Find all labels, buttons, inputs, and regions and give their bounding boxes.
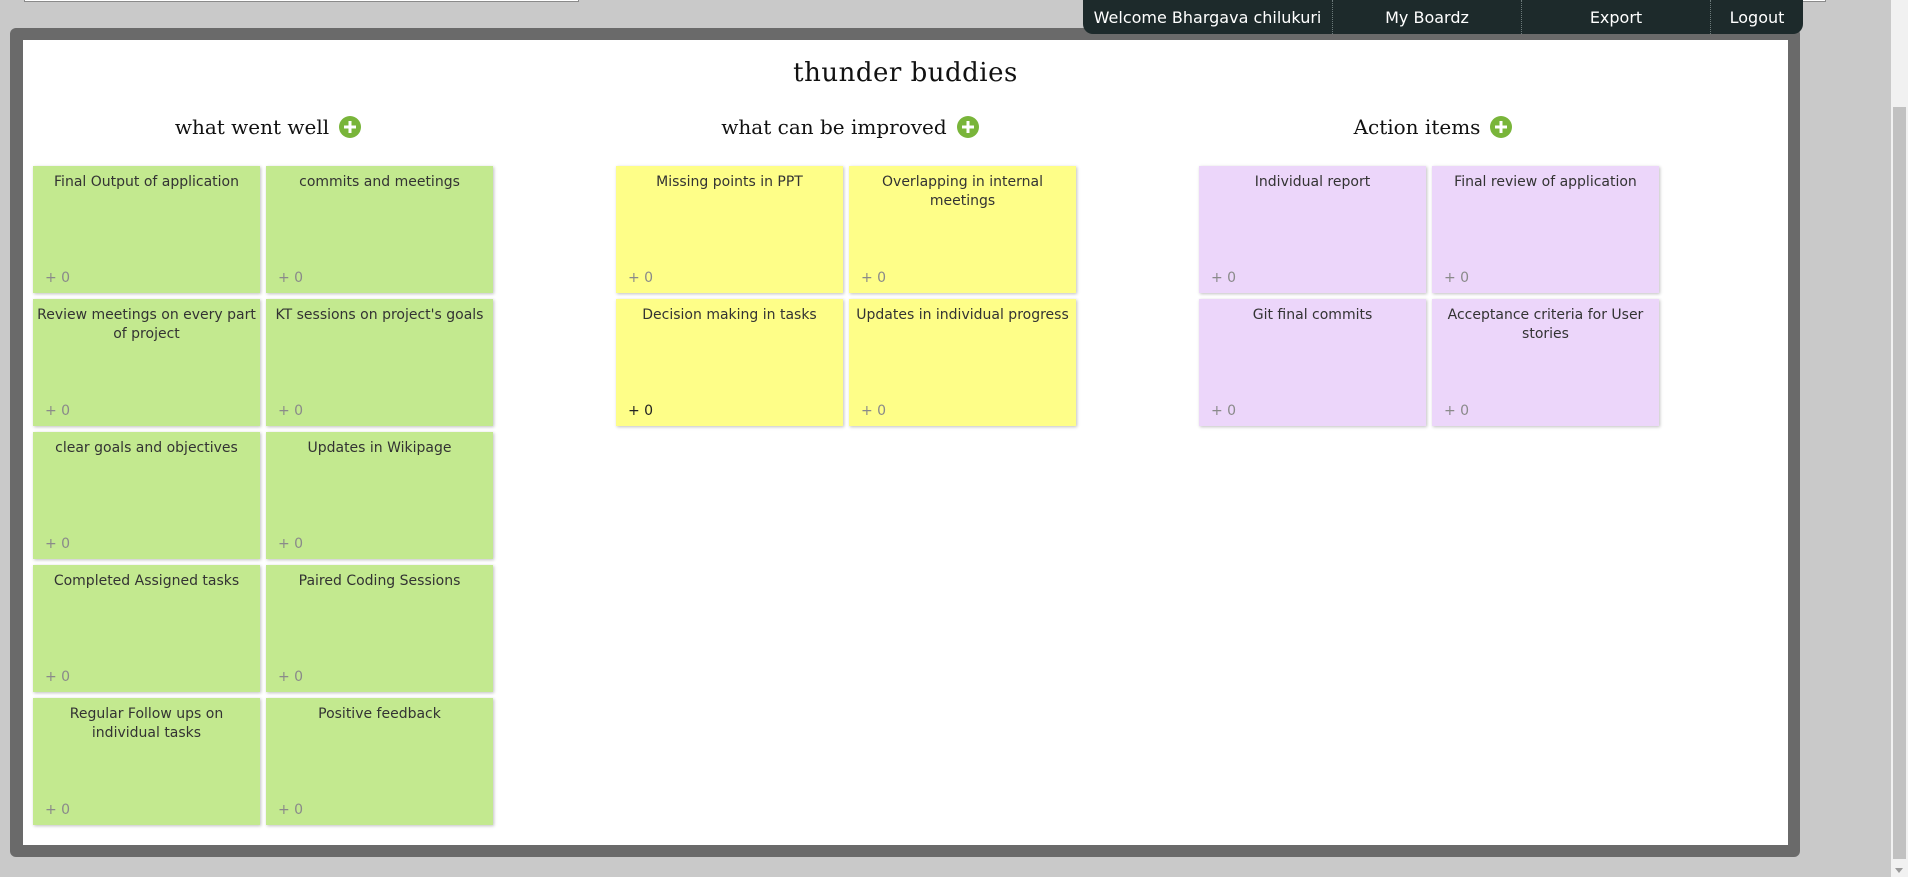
scroll-down-arrow-icon[interactable]	[1895, 868, 1903, 873]
note-text: Review meetings on every part of project	[37, 307, 256, 342]
note-text: Decision making in tasks	[642, 307, 817, 323]
sticky-note[interactable]: Decision making in tasks + 0	[616, 299, 843, 426]
my-boardz-link[interactable]: My Boardz	[1333, 0, 1522, 34]
top-navigation: Welcome Bhargava chilukuri My Boardz Exp…	[1083, 0, 1803, 34]
note-text: Git final commits	[1252, 307, 1373, 323]
column-title: Action items	[1353, 115, 1481, 139]
sticky-note[interactable]: Updates in Wikipage + 0	[266, 432, 493, 559]
sticky-note[interactable]: KT sessions on project's goals + 0	[266, 299, 493, 426]
column-header-went-well: what went well	[33, 112, 503, 142]
sticky-note[interactable]: Acceptance criteria for User stories + 0	[1432, 299, 1659, 426]
column-header-improve: what can be improved	[615, 112, 1085, 142]
vote-button[interactable]: + 0	[278, 403, 303, 419]
sticky-note[interactable]: Regular Follow ups on individual tasks +…	[33, 698, 260, 825]
note-text: Overlapping in internal meetings	[882, 174, 1043, 209]
note-text: Final Output of application	[54, 174, 239, 190]
note-text: Acceptance criteria for User stories	[1447, 307, 1644, 342]
vote-button[interactable]: + 0	[1444, 270, 1469, 286]
vote-button[interactable]: + 0	[278, 669, 303, 685]
note-text: Missing points in PPT	[656, 174, 803, 190]
sticky-note[interactable]: Final Output of application + 0	[33, 166, 260, 293]
note-text: clear goals and objectives	[55, 440, 238, 456]
sticky-note[interactable]: Review meetings on every part of project…	[33, 299, 260, 426]
sticky-note[interactable]: Git final commits + 0	[1199, 299, 1426, 426]
scrollbar-thumb[interactable]	[1893, 107, 1906, 859]
vote-button[interactable]: + 0	[45, 802, 70, 818]
vote-button[interactable]: + 0	[278, 536, 303, 552]
sticky-note[interactable]: Missing points in PPT + 0	[616, 166, 843, 293]
vote-button[interactable]: + 0	[861, 270, 886, 286]
add-note-button-went-well[interactable]	[339, 116, 362, 138]
sticky-note[interactable]: Individual report + 0	[1199, 166, 1426, 293]
column-title: what went well	[174, 115, 330, 139]
note-text: Completed Assigned tasks	[53, 573, 240, 589]
note-text: Paired Coding Sessions	[298, 573, 461, 589]
vote-button[interactable]: + 0	[278, 270, 303, 286]
vote-button[interactable]: + 0	[45, 669, 70, 685]
note-text: Updates in Wikipage	[307, 440, 452, 456]
board: thunder buddies what went well what can …	[23, 40, 1788, 845]
note-text: Final review of application	[1454, 174, 1637, 190]
note-text: Individual report	[1254, 174, 1371, 190]
plus-icon	[1495, 121, 1508, 133]
logout-link[interactable]: Logout	[1711, 0, 1803, 34]
note-text: Updates in individual progress	[856, 307, 1069, 323]
column-title: what can be improved	[721, 115, 947, 139]
add-note-button-actions[interactable]	[1490, 116, 1513, 138]
column-header-actions: Action items	[1198, 112, 1668, 142]
plus-icon	[344, 121, 357, 133]
board-title: thunder buddies	[793, 58, 1018, 88]
sticky-note[interactable]: Final review of application + 0	[1432, 166, 1659, 293]
vote-button[interactable]: + 0	[45, 403, 70, 419]
vertical-scrollbar[interactable]	[1891, 0, 1908, 877]
plus-icon	[961, 121, 974, 133]
note-text: Positive feedback	[318, 706, 441, 722]
export-link[interactable]: Export	[1522, 0, 1711, 34]
vote-button[interactable]: + 0	[1211, 270, 1236, 286]
sticky-note[interactable]: Paired Coding Sessions + 0	[266, 565, 493, 692]
welcome-text: Welcome Bhargava chilukuri	[1083, 0, 1333, 34]
note-text: Regular Follow ups on individual tasks	[69, 706, 224, 741]
sticky-note[interactable]: Completed Assigned tasks + 0	[33, 565, 260, 692]
vote-button[interactable]: + 0	[45, 270, 70, 286]
vote-button[interactable]: + 0	[861, 403, 886, 419]
vote-button[interactable]: + 0	[1444, 403, 1469, 419]
vote-button[interactable]: + 0	[45, 536, 70, 552]
sticky-note[interactable]: commits and meetings + 0	[266, 166, 493, 293]
note-text: KT sessions on project's goals	[275, 307, 484, 323]
vote-button[interactable]: + 0	[628, 270, 653, 286]
vote-button[interactable]: + 0	[628, 403, 653, 419]
add-note-button-improve[interactable]	[956, 116, 979, 138]
note-text: commits and meetings	[299, 174, 460, 190]
search-input[interactable]	[24, 0, 579, 2]
sticky-note[interactable]: Overlapping in internal meetings + 0	[849, 166, 1076, 293]
sticky-note[interactable]: Positive feedback + 0	[266, 698, 493, 825]
sticky-note[interactable]: Updates in individual progress + 0	[849, 299, 1076, 426]
vote-button[interactable]: + 0	[278, 802, 303, 818]
vote-button[interactable]: + 0	[1211, 403, 1236, 419]
sticky-note[interactable]: clear goals and objectives + 0	[33, 432, 260, 559]
